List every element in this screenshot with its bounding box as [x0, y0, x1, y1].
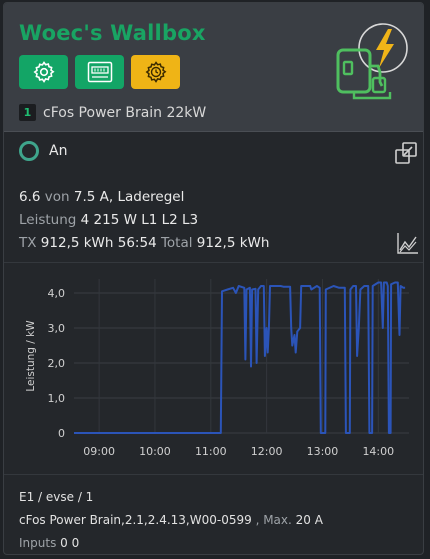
evse-path: E1 / evse / 1 [19, 490, 94, 504]
wallbox-card: Woec's Wallbox 1 cFos Power Brain 22kW A… [3, 2, 424, 555]
inputs-value: 0 0 [60, 536, 80, 550]
clock-gear-icon [145, 61, 166, 83]
status-row: An [19, 141, 67, 161]
meter-button[interactable] [75, 55, 124, 89]
inputs-line: Inputs 0 0 [19, 536, 79, 550]
device-row: 1 cFos Power Brain 22kW [19, 104, 206, 121]
settings-button[interactable] [19, 55, 68, 89]
tx-label: TX [19, 235, 37, 251]
y-tick-label: 0 [58, 427, 65, 440]
energy-line: TX 912,5 kWh 56:54 Total 912,5 kWh [19, 235, 269, 251]
inputs-label: Inputs [19, 536, 57, 550]
y-tick-label: 4,0 [48, 287, 66, 300]
chart-svg: 0 1,0 2,0 3,0 4,0 09:00 10:00 11:00 12:00 13:00 14… [25, 279, 409, 458]
status-ring-icon [19, 141, 39, 161]
device-info-line: cFos Power Brain,2.1,2.4.13,W00-0599 , M… [19, 513, 323, 527]
x-tick-label: 13:00 [307, 445, 339, 458]
current-line: 6.6 von 7.5 A, Laderegel [19, 189, 184, 205]
power-line: Leistung 4 215 W L1 L2 L3 [19, 212, 198, 228]
page-title: Woec's Wallbox [19, 21, 206, 45]
total-label: Total [160, 235, 193, 251]
power-value: 4 215 W L1 L2 L3 [80, 212, 199, 228]
chart-icon[interactable] [397, 232, 419, 254]
x-tick-label: 09:00 [83, 445, 115, 458]
device-name: cFos Power Brain 22kW [43, 104, 207, 121]
power-series-line [74, 281, 406, 434]
card-header: Woec's Wallbox 1 cFos Power Brain 22kW [4, 3, 423, 132]
gear-icon [32, 61, 55, 83]
status-text: An [49, 143, 68, 159]
current-value: 6.6 [19, 189, 41, 205]
x-tick-label: 11:00 [195, 445, 227, 458]
y-axis-label: Leistung / kW [25, 320, 37, 392]
total-value: 912,5 kWh [196, 235, 270, 251]
divider [4, 474, 423, 475]
expand-icon[interactable] [394, 141, 418, 165]
x-tick-label: 14:00 [362, 445, 394, 458]
max-value: 20 A [295, 513, 323, 527]
wallbox-charger-icon [336, 23, 408, 100]
timer-settings-button[interactable] [131, 55, 180, 89]
device-info: cFos Power Brain,2.1,2.4.13,W00-0599 [19, 513, 252, 527]
x-tick-label: 12:00 [251, 445, 283, 458]
device-number-badge: 1 [19, 104, 36, 121]
x-tick-label: 10:00 [139, 445, 171, 458]
max-current-value: 7.5 A, Laderegel [73, 189, 185, 205]
y-tick-label: 2,0 [48, 357, 66, 370]
y-tick-label: 1,0 [48, 392, 66, 405]
meter-icon [87, 61, 112, 83]
tx-value: 912,5 kWh 56:54 [40, 235, 157, 251]
power-chart: 0 1,0 2,0 3,0 4,0 09:00 10:00 11:00 12:00 13:00 14… [4, 265, 423, 473]
divider [4, 262, 423, 263]
max-label: , Max. [255, 513, 292, 527]
y-tick-label: 3,0 [48, 322, 66, 335]
power-label: Leistung [19, 212, 77, 228]
von-label: von [44, 189, 70, 205]
